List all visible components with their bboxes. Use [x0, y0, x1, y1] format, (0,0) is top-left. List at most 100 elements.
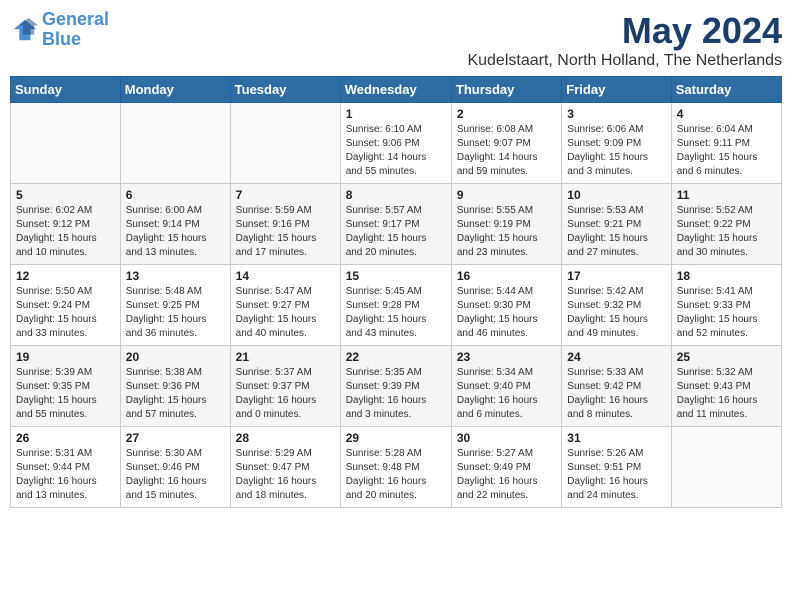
day-info: Sunrise: 5:34 AM Sunset: 9:40 PM Dayligh… — [457, 366, 556, 422]
day-number: 27 — [126, 431, 225, 445]
calendar-cell: 27 Sunrise: 5:30 AM Sunset: 9:46 PM Dayli… — [120, 427, 230, 508]
day-number: 26 — [16, 431, 115, 445]
day-info: Sunrise: 5:26 AM Sunset: 9:51 PM Dayligh… — [567, 447, 665, 503]
day-number: 19 — [16, 350, 115, 364]
day-number: 18 — [677, 269, 776, 283]
day-info: Sunrise: 5:33 AM Sunset: 9:42 PM Dayligh… — [567, 366, 665, 422]
subtitle: Kudelstaart, North Holland, The Netherla… — [467, 52, 782, 70]
day-info: Sunrise: 5:32 AM Sunset: 9:43 PM Dayligh… — [677, 366, 776, 422]
col-sunday: Sunday — [11, 77, 121, 103]
col-friday: Friday — [562, 77, 671, 103]
calendar-cell: 26 Sunrise: 5:31 AM Sunset: 9:44 PM Dayli… — [11, 427, 121, 508]
day-number: 24 — [567, 350, 665, 364]
calendar-week-row: 1 Sunrise: 6:10 AM Sunset: 9:06 PM Daylig… — [11, 103, 782, 184]
calendar-cell: 15 Sunrise: 5:45 AM Sunset: 9:28 PM Dayli… — [340, 265, 451, 346]
day-info: Sunrise: 6:00 AM Sunset: 9:14 PM Dayligh… — [126, 204, 225, 260]
day-number: 11 — [677, 188, 776, 202]
calendar-cell: 18 Sunrise: 5:41 AM Sunset: 9:33 PM Dayli… — [671, 265, 781, 346]
calendar-cell: 30 Sunrise: 5:27 AM Sunset: 9:49 PM Dayli… — [451, 427, 561, 508]
logo-icon — [10, 16, 38, 44]
calendar-cell — [11, 103, 121, 184]
calendar-cell: 21 Sunrise: 5:37 AM Sunset: 9:37 PM Dayli… — [230, 346, 340, 427]
calendar-cell — [671, 427, 781, 508]
day-info: Sunrise: 5:39 AM Sunset: 9:35 PM Dayligh… — [16, 366, 115, 422]
day-info: Sunrise: 5:30 AM Sunset: 9:46 PM Dayligh… — [126, 447, 225, 503]
day-number: 13 — [126, 269, 225, 283]
day-number: 30 — [457, 431, 556, 445]
day-number: 4 — [677, 107, 776, 121]
day-number: 16 — [457, 269, 556, 283]
col-thursday: Thursday — [451, 77, 561, 103]
calendar-cell: 2Sunrise: 6:08 AM Sunset: 9:07 PM Daylig… — [451, 103, 561, 184]
calendar-cell: 13Sunrise: 5:48 AM Sunset: 9:25 PM Dayli… — [120, 265, 230, 346]
calendar-cell: 10 Sunrise: 5:53 AM Sunset: 9:21 PM Dayli… — [562, 184, 671, 265]
day-info: Sunrise: 5:38 AM Sunset: 9:36 PM Dayligh… — [126, 366, 225, 422]
calendar-cell: 11 Sunrise: 5:52 AM Sunset: 9:22 PM Dayli… — [671, 184, 781, 265]
day-info: Sunrise: 5:31 AM Sunset: 9:44 PM Dayligh… — [16, 447, 115, 503]
day-number: 15 — [346, 269, 446, 283]
calendar-cell: 5Sunrise: 6:02 AM Sunset: 9:12 PM Daylig… — [11, 184, 121, 265]
calendar-cell: 3Sunrise: 6:06 AM Sunset: 9:09 PM Daylig… — [562, 103, 671, 184]
day-number: 12 — [16, 269, 115, 283]
logo: General Blue — [10, 10, 109, 50]
day-info: Sunrise: 5:47 AM Sunset: 9:27 PM Dayligh… — [236, 285, 335, 341]
calendar-cell: 17 Sunrise: 5:42 AM Sunset: 9:32 PM Dayli… — [562, 265, 671, 346]
day-number: 14 — [236, 269, 335, 283]
day-number: 7 — [236, 188, 335, 202]
day-info: Sunrise: 5:42 AM Sunset: 9:32 PM Dayligh… — [567, 285, 665, 341]
calendar-cell: 8 Sunrise: 5:57 AM Sunset: 9:17 PM Daylig… — [340, 184, 451, 265]
calendar-cell: 4Sunrise: 6:04 AM Sunset: 9:11 PM Daylig… — [671, 103, 781, 184]
main-title: May 2024 — [467, 10, 782, 52]
calendar-cell: 31 Sunrise: 5:26 AM Sunset: 9:51 PM Dayli… — [562, 427, 671, 508]
logo-text: General Blue — [42, 10, 109, 50]
day-info: Sunrise: 5:59 AM Sunset: 9:16 PM Dayligh… — [236, 204, 335, 260]
day-number: 9 — [457, 188, 556, 202]
calendar-cell: 19 Sunrise: 5:39 AM Sunset: 9:35 PM Dayli… — [11, 346, 121, 427]
calendar-cell: 23 Sunrise: 5:34 AM Sunset: 9:40 PM Dayli… — [451, 346, 561, 427]
calendar-cell: 25 Sunrise: 5:32 AM Sunset: 9:43 PM Dayli… — [671, 346, 781, 427]
day-info: Sunrise: 5:50 AM Sunset: 9:24 PM Dayligh… — [16, 285, 115, 341]
col-wednesday: Wednesday — [340, 77, 451, 103]
calendar-cell: 7 Sunrise: 5:59 AM Sunset: 9:16 PM Daylig… — [230, 184, 340, 265]
day-number: 25 — [677, 350, 776, 364]
day-number: 21 — [236, 350, 335, 364]
day-info: Sunrise: 6:06 AM Sunset: 9:09 PM Dayligh… — [567, 123, 665, 179]
calendar-cell: 6 Sunrise: 6:00 AM Sunset: 9:14 PM Daylig… — [120, 184, 230, 265]
col-monday: Monday — [120, 77, 230, 103]
calendar-cell: 29Sunrise: 5:28 AM Sunset: 9:48 PM Dayli… — [340, 427, 451, 508]
calendar-cell: 12 Sunrise: 5:50 AM Sunset: 9:24 PM Dayli… — [11, 265, 121, 346]
calendar-cell — [120, 103, 230, 184]
day-info: Sunrise: 5:45 AM Sunset: 9:28 PM Dayligh… — [346, 285, 446, 341]
day-info: Sunrise: 5:52 AM Sunset: 9:22 PM Dayligh… — [677, 204, 776, 260]
day-info: Sunrise: 5:35 AM Sunset: 9:39 PM Dayligh… — [346, 366, 446, 422]
calendar-cell: 20 Sunrise: 5:38 AM Sunset: 9:36 PM Dayli… — [120, 346, 230, 427]
day-number: 17 — [567, 269, 665, 283]
day-number: 28 — [236, 431, 335, 445]
title-area: May 2024 Kudelstaart, North Holland, The… — [467, 10, 782, 70]
calendar-week-row: 19 Sunrise: 5:39 AM Sunset: 9:35 PM Dayli… — [11, 346, 782, 427]
day-info: Sunrise: 5:28 AM Sunset: 9:48 PM Dayligh… — [346, 447, 446, 503]
day-number: 31 — [567, 431, 665, 445]
day-info: Sunrise: 5:55 AM Sunset: 9:19 PM Dayligh… — [457, 204, 556, 260]
day-info: Sunrise: 5:27 AM Sunset: 9:49 PM Dayligh… — [457, 447, 556, 503]
day-number: 8 — [346, 188, 446, 202]
calendar-cell: 16Sunrise: 5:44 AM Sunset: 9:30 PM Dayli… — [451, 265, 561, 346]
day-number: 10 — [567, 188, 665, 202]
day-info: Sunrise: 5:29 AM Sunset: 9:47 PM Dayligh… — [236, 447, 335, 503]
day-info: Sunrise: 6:10 AM Sunset: 9:06 PM Dayligh… — [346, 123, 446, 179]
day-info: Sunrise: 5:53 AM Sunset: 9:21 PM Dayligh… — [567, 204, 665, 260]
day-info: Sunrise: 5:37 AM Sunset: 9:37 PM Dayligh… — [236, 366, 335, 422]
calendar-cell: 28 Sunrise: 5:29 AM Sunset: 9:47 PM Dayli… — [230, 427, 340, 508]
day-number: 22 — [346, 350, 446, 364]
calendar-cell — [230, 103, 340, 184]
calendar-week-row: 12 Sunrise: 5:50 AM Sunset: 9:24 PM Dayli… — [11, 265, 782, 346]
day-number: 1 — [346, 107, 446, 121]
calendar-cell: 14 Sunrise: 5:47 AM Sunset: 9:27 PM Dayli… — [230, 265, 340, 346]
day-number: 6 — [126, 188, 225, 202]
day-info: Sunrise: 5:57 AM Sunset: 9:17 PM Dayligh… — [346, 204, 446, 260]
day-number: 23 — [457, 350, 556, 364]
calendar-week-row: 5Sunrise: 6:02 AM Sunset: 9:12 PM Daylig… — [11, 184, 782, 265]
day-number: 20 — [126, 350, 225, 364]
day-info: Sunrise: 5:41 AM Sunset: 9:33 PM Dayligh… — [677, 285, 776, 341]
calendar-cell: 24 Sunrise: 5:33 AM Sunset: 9:42 PM Dayli… — [562, 346, 671, 427]
